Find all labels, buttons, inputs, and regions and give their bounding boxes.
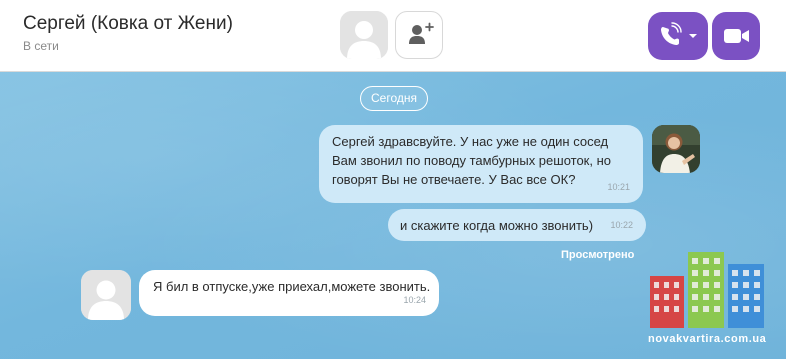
message-time: 10:22	[610, 220, 633, 230]
chat-area[interactable]: Сегодня Сергей здравсвуйте. У нас уже не…	[0, 72, 786, 359]
contact-status: В сети	[23, 39, 59, 53]
message-bubble-incoming[interactable]: Я бил в отпуске,уже приехал,можете звони…	[139, 270, 439, 316]
video-call-button[interactable]	[712, 12, 760, 60]
message-time: 10:24	[403, 295, 426, 305]
contact-avatar[interactable]	[340, 11, 388, 59]
person-silhouette-icon	[340, 11, 388, 59]
add-contact-button[interactable]	[395, 11, 443, 59]
phone-call-icon	[661, 22, 682, 45]
message-bubble-outgoing[interactable]: Сергей здравсвуйте. У нас уже не один со…	[319, 125, 643, 203]
voice-call-button[interactable]	[648, 12, 708, 60]
message-text: Я бил в отпуске,уже приехал,можете звони…	[153, 279, 431, 294]
person-silhouette-icon	[81, 270, 131, 320]
chevron-down-icon	[689, 34, 697, 38]
message-text: Сергей здравсвуйте. У нас уже не один со…	[332, 134, 611, 187]
message-bubble-outgoing[interactable]: и скажите когда можно звонить) 10:22	[388, 209, 646, 241]
contact-avatar-small[interactable]	[81, 270, 131, 320]
video-camera-icon	[724, 29, 749, 43]
my-avatar	[652, 125, 700, 173]
watermark-text: novakvartira.com.ua	[648, 333, 767, 345]
chat-header: Сергей (Ковка от Жени) В сети	[0, 0, 786, 72]
contact-name[interactable]: Сергей (Ковка от Жени)	[23, 13, 233, 35]
seen-status: Просмотрено	[561, 249, 635, 261]
message-text: и скажите когда можно звонить)	[400, 218, 594, 233]
buildings-logo	[650, 252, 764, 328]
message-time: 10:21	[607, 182, 630, 192]
date-separator: Сегодня	[360, 86, 428, 111]
user-photo-icon	[652, 125, 700, 173]
add-contact-icon	[409, 22, 434, 44]
